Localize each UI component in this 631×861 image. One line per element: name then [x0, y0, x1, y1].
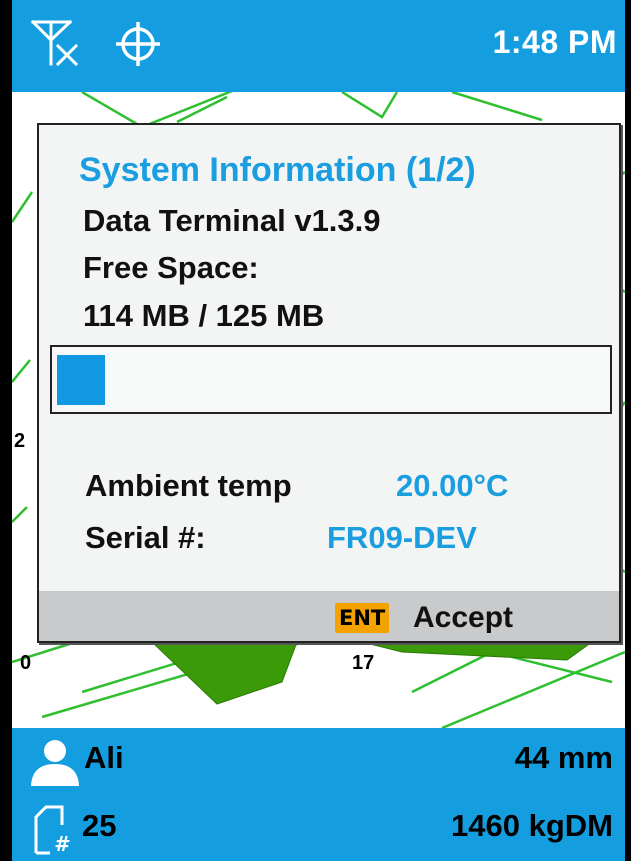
serial-label: Serial #:	[85, 520, 206, 555]
ent-key-badge[interactable]: ENT	[335, 603, 390, 633]
clock: 1:48 PM	[492, 24, 617, 60]
device-frame: 1:48 PM 0 17 2 System Information (1/2) …	[0, 0, 631, 861]
ambient-temp-value: 20.00°C	[396, 468, 509, 503]
status-bar: 1:48 PM	[12, 0, 625, 92]
bottom-status-bar: Ali 44 mm # 25 1460 kgDM	[12, 728, 625, 861]
document-count: 25	[82, 808, 117, 843]
dialog-title: System Information (1/2)	[79, 151, 476, 189]
depth-value: 44 mm	[514, 740, 613, 775]
user-name: Ali	[84, 740, 124, 775]
storage-progress-bar	[50, 345, 612, 414]
accept-button[interactable]: Accept	[413, 601, 513, 635]
user-icon	[31, 740, 79, 786]
map-label: 2	[14, 430, 26, 452]
antenna-no-signal-icon	[30, 19, 79, 67]
map-label: 17	[352, 652, 375, 674]
system-info-dialog: System Information (1/2) Data Terminal v…	[37, 123, 621, 643]
free-space-label: Free Space:	[83, 250, 259, 285]
map-label: 0	[20, 652, 32, 674]
free-space-value: 114 MB / 125 MB	[83, 298, 325, 333]
yield-value: 1460 kgDM	[451, 808, 613, 843]
storage-progress-fill	[57, 355, 105, 405]
crosshair-icon	[116, 22, 160, 66]
app-version: Data Terminal v1.3.9	[83, 203, 381, 238]
dialog-footer: ENT Accept	[39, 591, 619, 641]
document-count-icon: #	[34, 805, 70, 855]
screen: 1:48 PM 0 17 2 System Information (1/2) …	[12, 0, 625, 861]
ambient-temp-label: Ambient temp	[85, 468, 292, 503]
serial-value: FR09-DEV	[327, 520, 477, 555]
svg-text:#: #	[54, 832, 70, 855]
